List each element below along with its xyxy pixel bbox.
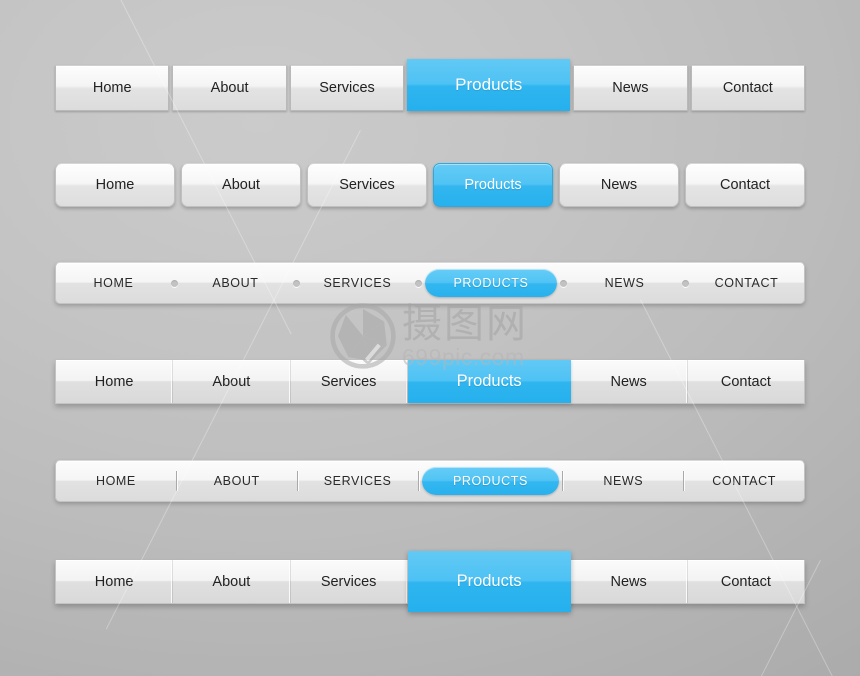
nav-item-products-active[interactable]: PRODUCTS xyxy=(424,269,558,297)
nav-label: SERVICES xyxy=(323,276,392,290)
nav-label: News xyxy=(610,573,647,590)
nav-label: ABOUT xyxy=(213,474,260,488)
nav-item-products-active[interactable]: PRODUCTS xyxy=(421,467,560,495)
nav-label: Products xyxy=(456,372,522,390)
nav-item-news[interactable]: NEWS xyxy=(567,263,682,303)
nav-label: Contact xyxy=(720,373,771,390)
nav-item-about[interactable]: About xyxy=(181,163,301,207)
nav-label: Contact xyxy=(720,573,771,590)
nav-item-news[interactable]: News xyxy=(559,163,679,207)
nav-label: Services xyxy=(320,373,377,390)
nav-item-about[interactable]: ABOUT xyxy=(177,461,297,501)
nav-item-products-active[interactable]: Products xyxy=(407,59,571,111)
nav-label: About xyxy=(212,373,251,390)
nav-item-news[interactable]: News xyxy=(573,65,688,111)
nav-item-home[interactable]: HOME xyxy=(56,461,176,501)
dot-separator-icon xyxy=(170,279,178,287)
nav-label: Products xyxy=(456,572,522,590)
dot-separator-icon xyxy=(414,279,422,287)
navbar-style-3: HOME ABOUT SERVICES PRODUCTS NEWS CONTAC… xyxy=(55,262,805,304)
nav-label: Services xyxy=(339,177,395,193)
nav-item-contact[interactable]: Contact xyxy=(688,560,804,603)
nav-item-about[interactable]: ABOUT xyxy=(178,263,293,303)
nav-item-services[interactable]: Services xyxy=(291,560,408,603)
nav-label: Home xyxy=(94,373,134,390)
line-separator-icon xyxy=(417,471,419,491)
nav-label: PRODUCTS xyxy=(453,276,529,290)
nav-item-news[interactable]: News xyxy=(571,360,688,403)
nav-label: News xyxy=(610,373,647,390)
nav-label: Home xyxy=(92,80,132,96)
navbar-style-1: Home About Services Products News Contac… xyxy=(55,59,806,111)
nav-item-about[interactable]: About xyxy=(173,560,291,603)
nav-label: Products xyxy=(455,75,523,94)
nav-item-services[interactable]: Services xyxy=(289,65,405,111)
navbar-bar: HOME ABOUT SERVICES PRODUCTS NEWS CONTAC… xyxy=(55,262,805,304)
nav-label: HOME xyxy=(93,276,134,290)
nav-label: News xyxy=(612,80,649,96)
nav-label: NEWS xyxy=(603,474,644,488)
nav-item-news[interactable]: NEWS xyxy=(563,461,683,501)
nav-item-contact[interactable]: Contact xyxy=(690,65,806,111)
navbar-bar: HOME ABOUT SERVICES PRODUCTS NEWS CONTAC… xyxy=(55,460,805,502)
nav-item-products-active[interactable]: Products xyxy=(433,163,553,207)
nav-item-products-active[interactable]: Products xyxy=(407,551,571,612)
nav-item-services[interactable]: SERVICES xyxy=(300,263,415,303)
nav-label: CONTACT xyxy=(712,474,776,488)
nav-label: About xyxy=(210,80,249,96)
nav-item-contact[interactable]: CONTACT xyxy=(684,461,804,501)
nav-label: Contact xyxy=(722,80,773,96)
watermark-chinese-text: 摄图网 xyxy=(402,300,528,347)
nav-label: About xyxy=(222,177,260,193)
nav-item-contact[interactable]: Contact xyxy=(688,360,804,403)
nav-item-home[interactable]: Home xyxy=(56,360,174,403)
nav-item-about[interactable]: About xyxy=(172,65,287,111)
dot-separator-icon xyxy=(560,279,568,287)
nav-item-news[interactable]: News xyxy=(571,560,688,603)
nav-item-home[interactable]: HOME xyxy=(56,263,171,303)
nav-item-contact[interactable]: CONTACT xyxy=(689,263,804,303)
navbar-bar: Home About Services Products News Contac… xyxy=(55,360,805,404)
nav-item-products-active[interactable]: Products xyxy=(407,360,571,403)
nav-label: PRODUCTS xyxy=(452,474,528,488)
nav-item-about[interactable]: About xyxy=(173,360,291,403)
nav-label: NEWS xyxy=(604,276,645,290)
nav-label: Products xyxy=(464,177,522,193)
nav-item-services[interactable]: Services xyxy=(291,360,408,403)
nav-label: About xyxy=(212,573,251,590)
navbar-style-4: Home About Services Products News Contac… xyxy=(55,360,805,404)
nav-label: CONTACT xyxy=(714,276,779,290)
nav-item-home[interactable]: Home xyxy=(55,65,170,111)
nav-label: Services xyxy=(320,573,377,590)
nav-item-home[interactable]: Home xyxy=(55,163,175,207)
nav-label: Services xyxy=(319,80,375,96)
dot-separator-icon xyxy=(292,279,300,287)
navbar-style-5: HOME ABOUT SERVICES PRODUCTS NEWS CONTAC… xyxy=(55,460,805,502)
nav-label: Home xyxy=(94,573,134,590)
nav-label: SERVICES xyxy=(323,474,392,488)
navbar-style-2: Home About Services Products News Contac… xyxy=(55,163,805,207)
nav-item-contact[interactable]: Contact xyxy=(685,163,805,207)
dot-separator-icon xyxy=(682,279,690,287)
nav-label: ABOUT xyxy=(212,276,259,290)
nav-label: HOME xyxy=(95,474,136,488)
navbar-bar: Home About Services Products News Contac… xyxy=(55,551,805,612)
nav-label: Home xyxy=(95,177,135,193)
nav-label: Contact xyxy=(720,177,770,193)
nav-item-services[interactable]: Services xyxy=(307,163,427,207)
nav-item-home[interactable]: Home xyxy=(56,560,174,603)
nav-item-services[interactable]: SERVICES xyxy=(298,461,418,501)
navbar-style-6: Home About Services Products News Contac… xyxy=(55,551,805,612)
nav-label: News xyxy=(600,177,638,193)
